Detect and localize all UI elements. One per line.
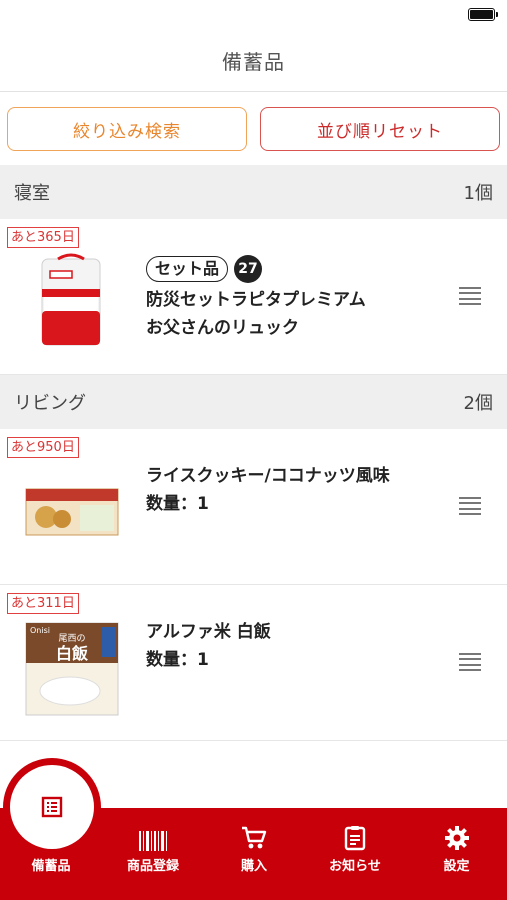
section-name: 寝室 xyxy=(14,183,50,204)
active-tab-highlight xyxy=(3,758,101,856)
page-title: 備蓄品 xyxy=(222,50,285,74)
tab-purchase[interactable]: 購入 xyxy=(204,808,304,900)
sort-reset-button[interactable]: 並び順リセット xyxy=(260,107,500,151)
item-quantity: 数量：1 xyxy=(146,650,209,670)
cart-icon xyxy=(242,826,267,849)
section-header-bedroom: 寝室 1個 xyxy=(0,165,507,219)
item-thumbnail xyxy=(41,253,101,346)
list-item[interactable]: あと950日 ライスクッキー/ココナッツ風味 数量：1 xyxy=(0,429,507,585)
notice-icon xyxy=(344,826,366,851)
package-title-small: 尾西の xyxy=(58,633,85,644)
drag-handle-icon[interactable] xyxy=(459,287,481,305)
status-bar xyxy=(0,0,507,30)
tab-settings[interactable]: 設定 xyxy=(406,808,507,900)
filter-search-button[interactable]: 絞り込み検索 xyxy=(7,107,247,151)
tab-label: 購入 xyxy=(240,859,267,874)
list-item[interactable]: あと365日 セット品 27 防災セットラピタプレミアム お父さんのリュック xyxy=(0,219,507,375)
item-quantity: 数量：1 xyxy=(146,494,209,514)
tab-register[interactable]: 商品登録 xyxy=(102,808,204,900)
list-icon xyxy=(41,796,63,818)
drag-handle-icon[interactable] xyxy=(459,497,481,515)
section-count: 2個 xyxy=(463,393,493,414)
expiry-badge: あと950日 xyxy=(7,437,79,458)
list-item[interactable]: あと311日 Onisi 尾西の 白飯 アルファ米 白飯 数量：1 xyxy=(0,585,507,741)
item-name: 防災セットラピタプレミアム xyxy=(146,290,366,310)
section-name: リビング xyxy=(14,393,86,414)
item-subname: お父さんのリュック xyxy=(146,318,299,338)
item-thumbnail xyxy=(25,488,119,536)
item-info: セット品 27 防災セットラピタプレミアム お父さんのリュック xyxy=(146,255,366,342)
tab-label: 商品登録 xyxy=(126,859,179,874)
item-name: ライスクッキー/ココナッツ風味 xyxy=(146,466,390,486)
section-count: 1個 xyxy=(463,183,493,204)
section-header-living: リビング 2個 xyxy=(0,375,507,429)
battery-icon xyxy=(468,8,498,21)
drag-handle-icon[interactable] xyxy=(459,653,481,671)
filter-row: 絞り込み検索 並び順リセット xyxy=(0,107,507,151)
set-tag: セット品 xyxy=(146,256,229,282)
expiry-badge: あと365日 xyxy=(7,227,79,248)
tab-notices[interactable]: お知らせ xyxy=(304,808,406,900)
package-brand: Onisi xyxy=(30,626,50,635)
set-count-badge: 27 xyxy=(234,255,263,283)
item-info: ライスクッキー/ココナッツ風味 数量：1 xyxy=(146,462,390,518)
item-name: アルファ米 白飯 xyxy=(146,622,271,642)
expiry-badge: あと311日 xyxy=(7,593,79,614)
item-info: アルファ米 白飯 数量：1 xyxy=(146,618,271,674)
barcode-icon xyxy=(139,831,167,851)
package-title-large: 白飯 xyxy=(56,644,88,663)
tab-label: お知らせ xyxy=(329,859,381,874)
tab-label: 備蓄品 xyxy=(31,859,71,874)
gear-icon xyxy=(444,826,469,850)
item-thumbnail: Onisi 尾西の 白飯 xyxy=(25,622,119,716)
nav-bar: 備蓄品 xyxy=(0,30,507,92)
tab-label: 設定 xyxy=(443,859,470,874)
